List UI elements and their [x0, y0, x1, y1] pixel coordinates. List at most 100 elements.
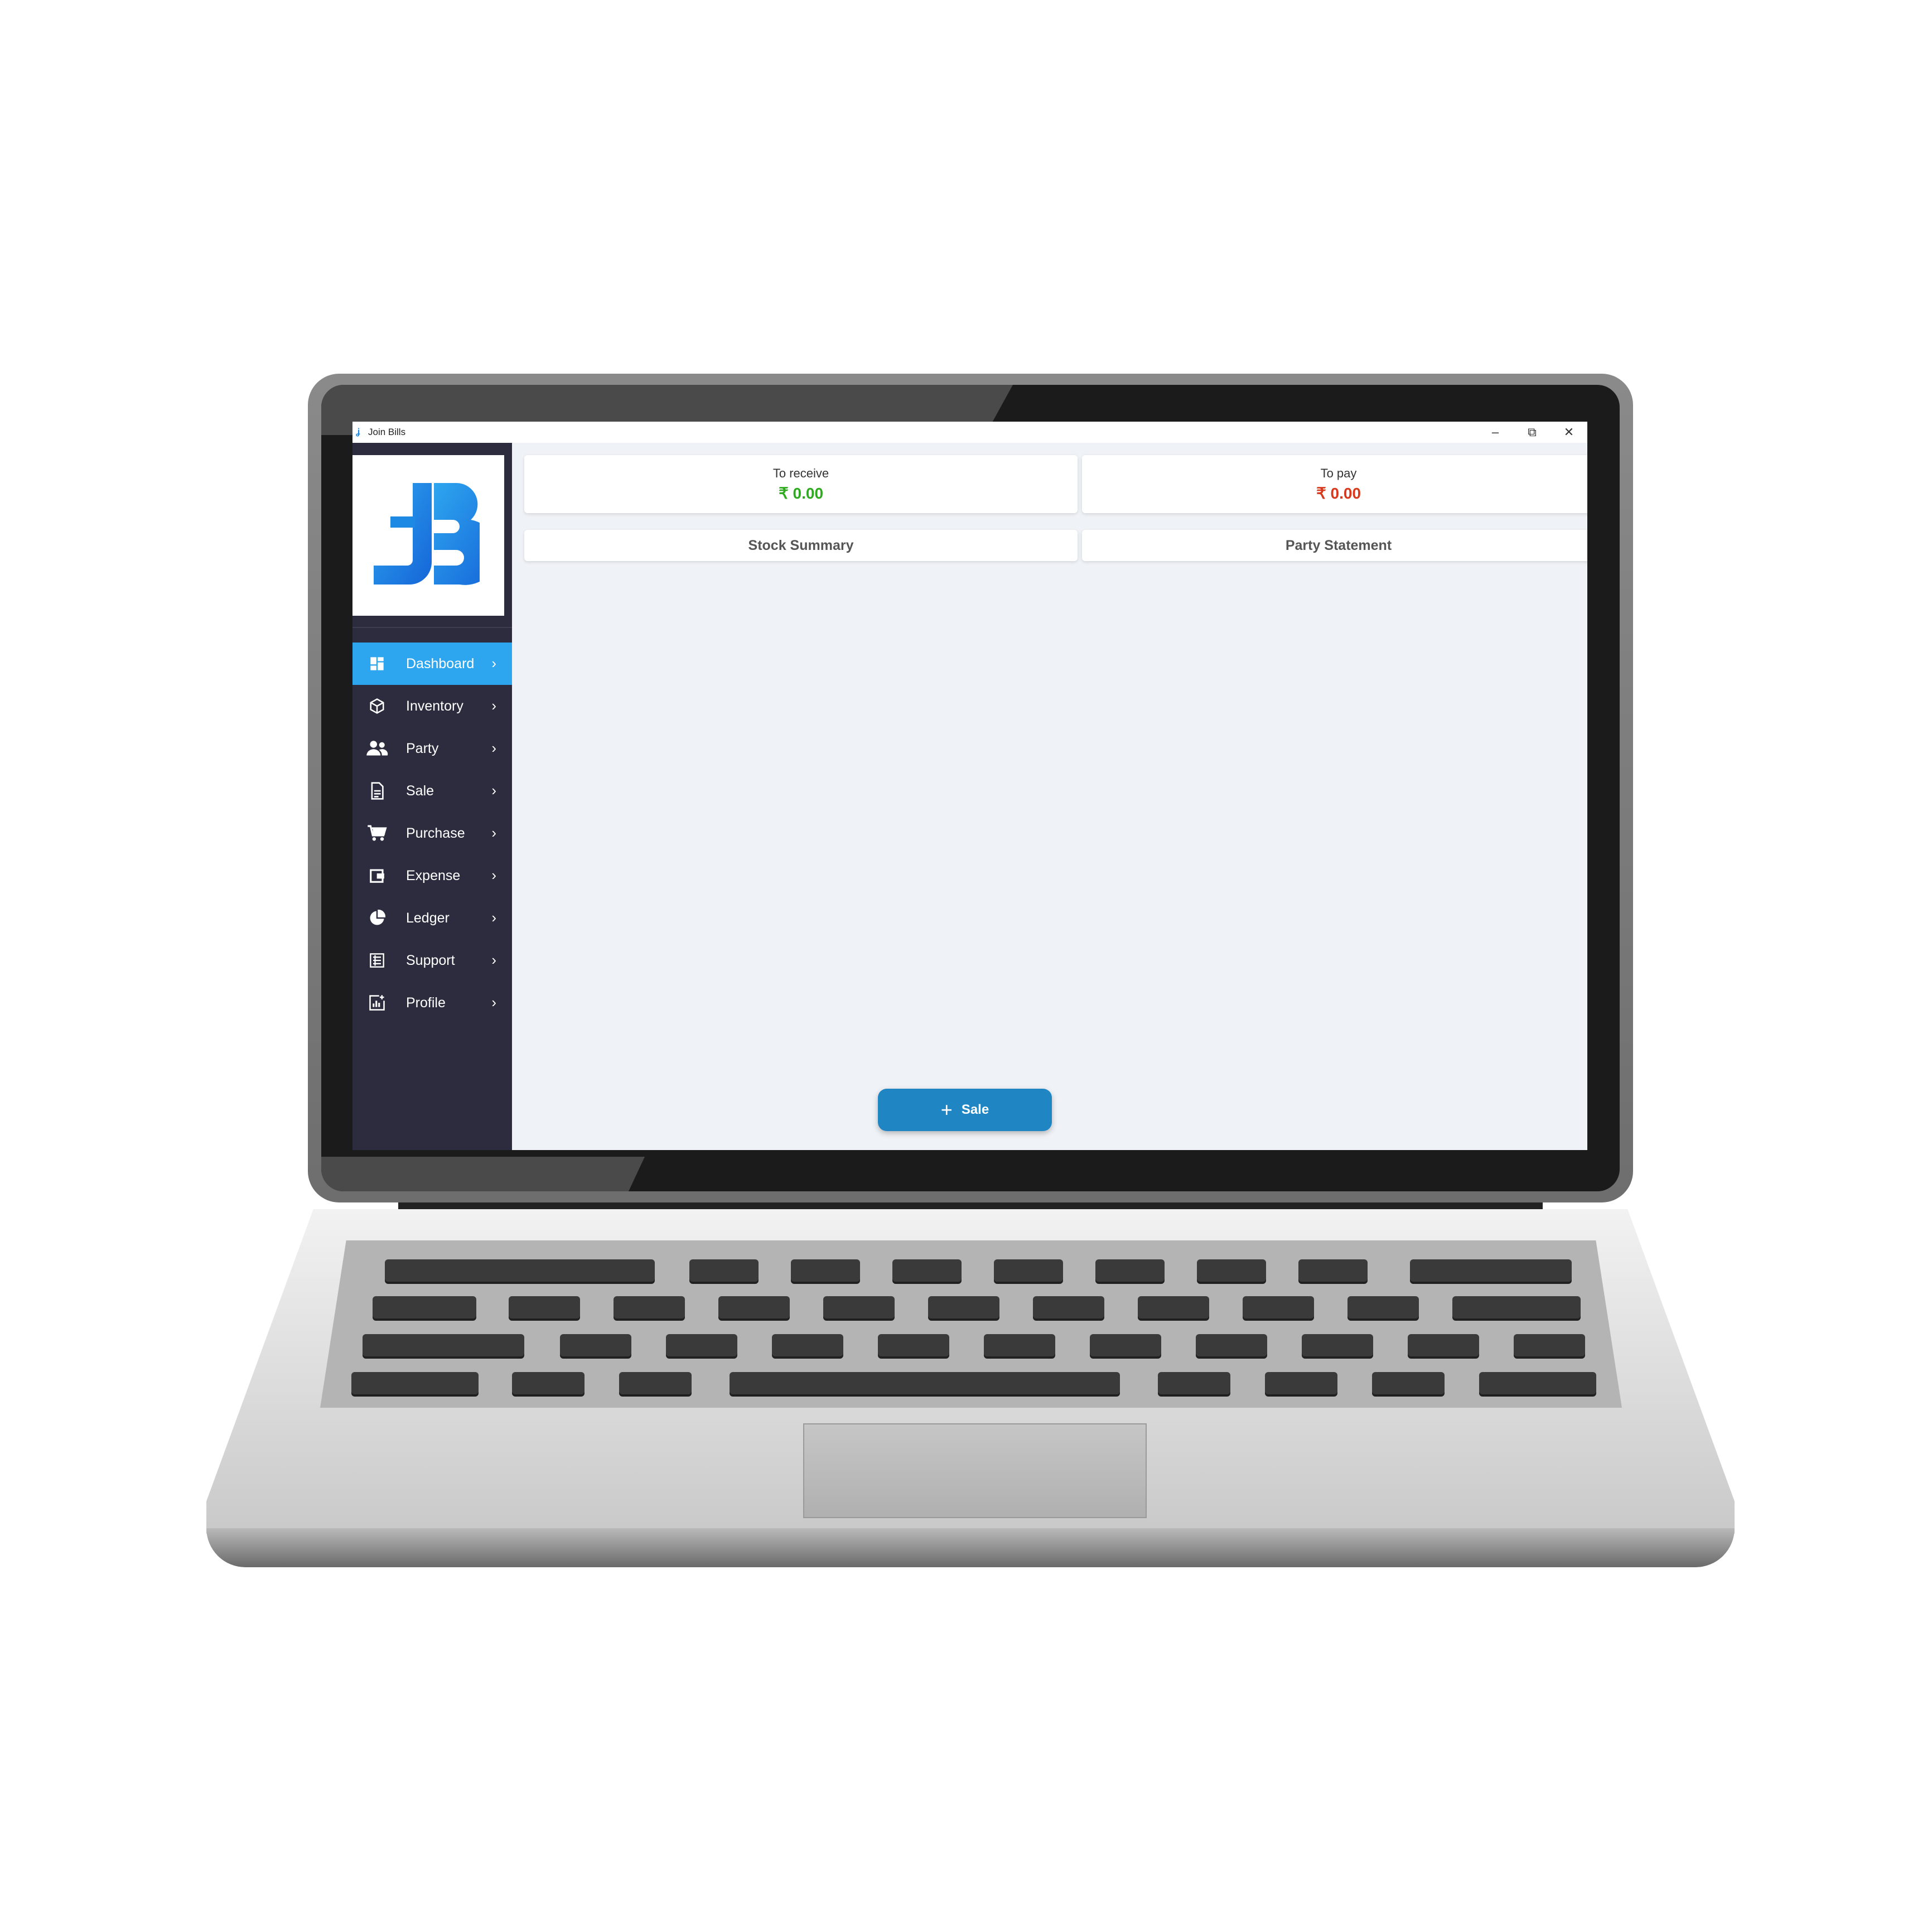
sidebar-item-profile[interactable]: Profile ›	[352, 982, 512, 1024]
keyboard-key	[614, 1296, 685, 1318]
trackpad	[803, 1423, 1147, 1518]
sidebar-item-party[interactable]: Party ›	[352, 727, 512, 770]
sidebar-item-purchase[interactable]: Purchase ›	[352, 812, 512, 854]
keyboard-key	[823, 1296, 895, 1318]
sidebar-item-label: Dashboard	[406, 655, 475, 672]
add-sale-label: Sale	[961, 1102, 989, 1117]
chevron-right-icon: ›	[491, 824, 496, 841]
keyboard-key	[1090, 1334, 1161, 1356]
keyboard-key	[994, 1259, 1063, 1282]
sidebar-nav: Dashboard › Inventory › Party › Sale › Purchase ›…	[352, 643, 512, 1024]
keyboard-key	[718, 1296, 790, 1318]
jb-logo-icon	[374, 483, 480, 585]
keyboard-key	[363, 1334, 524, 1356]
sidebar-item-label: Inventory	[406, 698, 463, 714]
sidebar-item-label: Expense	[406, 867, 461, 883]
keyboard-key	[892, 1259, 962, 1282]
sidebar-item-label: Purchase	[406, 825, 465, 841]
keyboard-key	[1265, 1372, 1337, 1394]
keyboard-key	[1197, 1259, 1266, 1282]
keyboard-key	[928, 1296, 999, 1318]
keyboard-key	[560, 1334, 631, 1356]
chevron-right-icon: ›	[491, 655, 496, 672]
keyboard-key	[1410, 1259, 1572, 1282]
minimize-button[interactable]: –	[1477, 422, 1514, 443]
bezel-glare	[321, 1157, 645, 1191]
keyboard-key	[1298, 1259, 1368, 1282]
keyboard-key	[1033, 1296, 1104, 1318]
keyboard-key	[509, 1296, 580, 1318]
plus-icon: +	[940, 1098, 953, 1121]
chevron-right-icon: ›	[491, 782, 496, 799]
keyboard-key	[619, 1372, 692, 1394]
dashboard-icon	[365, 656, 389, 672]
chevron-right-icon: ›	[491, 697, 496, 714]
to-pay-amount: ₹ 0.00	[1316, 485, 1361, 502]
keyboard-key	[730, 1372, 1120, 1394]
report-icon	[365, 994, 389, 1011]
chevron-right-icon: ›	[491, 909, 496, 926]
document-icon	[365, 782, 389, 800]
close-button[interactable]: ✕	[1551, 422, 1587, 443]
to-pay-card[interactable]: To pay ₹ 0.00	[1082, 455, 1587, 513]
chevron-right-icon: ›	[491, 994, 496, 1011]
app-window: ʝ Join Bills – ⧉ ✕ Dashboard › Inventory…	[352, 422, 1587, 1150]
window-title: Join Bills	[368, 427, 406, 437]
sidebar-item-expense[interactable]: Expense ›	[352, 854, 512, 897]
sidebar-divider	[352, 627, 512, 628]
sidebar-item-ledger[interactable]: Ledger ›	[352, 897, 512, 939]
to-receive-amount: ₹ 0.00	[778, 485, 824, 502]
keyboard-key	[373, 1296, 476, 1318]
keyboard-key	[1158, 1372, 1230, 1394]
window-controls: – ⧉ ✕	[1477, 422, 1587, 443]
keyboard-key	[791, 1259, 860, 1282]
to-receive-card[interactable]: To receive ₹ 0.00	[524, 455, 1078, 513]
sidebar-item-inventory[interactable]: Inventory ›	[352, 685, 512, 727]
party-statement-button[interactable]: Party Statement	[1082, 530, 1587, 561]
keyboard-key	[1479, 1372, 1596, 1394]
sidebar-item-label: Profile	[406, 994, 446, 1011]
keyboard-key	[1138, 1296, 1209, 1318]
keyboard-key	[666, 1334, 737, 1356]
keyboard-key	[1372, 1372, 1445, 1394]
sidebar-item-label: Support	[406, 952, 455, 968]
app-logo-icon: ʝ	[356, 427, 360, 437]
title-bar: ʝ Join Bills – ⧉ ✕	[352, 422, 1587, 443]
brand-logo	[352, 455, 504, 616]
keyboard-key	[772, 1334, 843, 1356]
chevron-right-icon: ›	[491, 867, 496, 883]
keyboard-key	[1452, 1296, 1581, 1318]
keyboard-key	[512, 1372, 585, 1394]
wallet-icon	[365, 867, 389, 884]
sidebar-item-label: Party	[406, 740, 439, 756]
sidebar-item-support[interactable]: Support ›	[352, 939, 512, 982]
sidebar: Dashboard › Inventory › Party › Sale › Purchase ›…	[352, 443, 512, 1150]
keyboard-key	[878, 1334, 949, 1356]
sidebar-item-dashboard[interactable]: Dashboard ›	[352, 643, 512, 685]
chevron-right-icon: ›	[491, 951, 496, 968]
sidebar-item-label: Sale	[406, 783, 434, 799]
keyboard-key	[1408, 1334, 1479, 1356]
to-receive-label: To receive	[772, 466, 829, 480]
keyboard-key	[385, 1259, 655, 1282]
list-icon	[365, 953, 389, 968]
stock-summary-button[interactable]: Stock Summary	[524, 530, 1078, 561]
laptop-base-edge	[206, 1528, 1735, 1567]
keyboard-key	[1347, 1296, 1419, 1318]
keyboard-key	[1302, 1334, 1373, 1356]
sidebar-item-sale[interactable]: Sale ›	[352, 770, 512, 812]
keyboard-key	[689, 1259, 759, 1282]
keyboard-key	[1243, 1296, 1314, 1318]
add-sale-button[interactable]: + Sale	[878, 1089, 1052, 1131]
to-pay-label: To pay	[1320, 466, 1357, 480]
chevron-right-icon: ›	[491, 740, 496, 756]
cart-icon	[365, 824, 389, 842]
sidebar-item-label: Ledger	[406, 910, 450, 926]
dashboard-main: To receive ₹ 0.00 To pay ₹ 0.00 Stock Su…	[512, 443, 1587, 1150]
keyboard-key	[351, 1372, 479, 1394]
keyboard-key	[1196, 1334, 1267, 1356]
box-icon	[365, 698, 389, 714]
users-icon	[365, 740, 389, 757]
maximize-button[interactable]: ⧉	[1514, 422, 1551, 443]
pie-chart-icon	[365, 910, 389, 926]
